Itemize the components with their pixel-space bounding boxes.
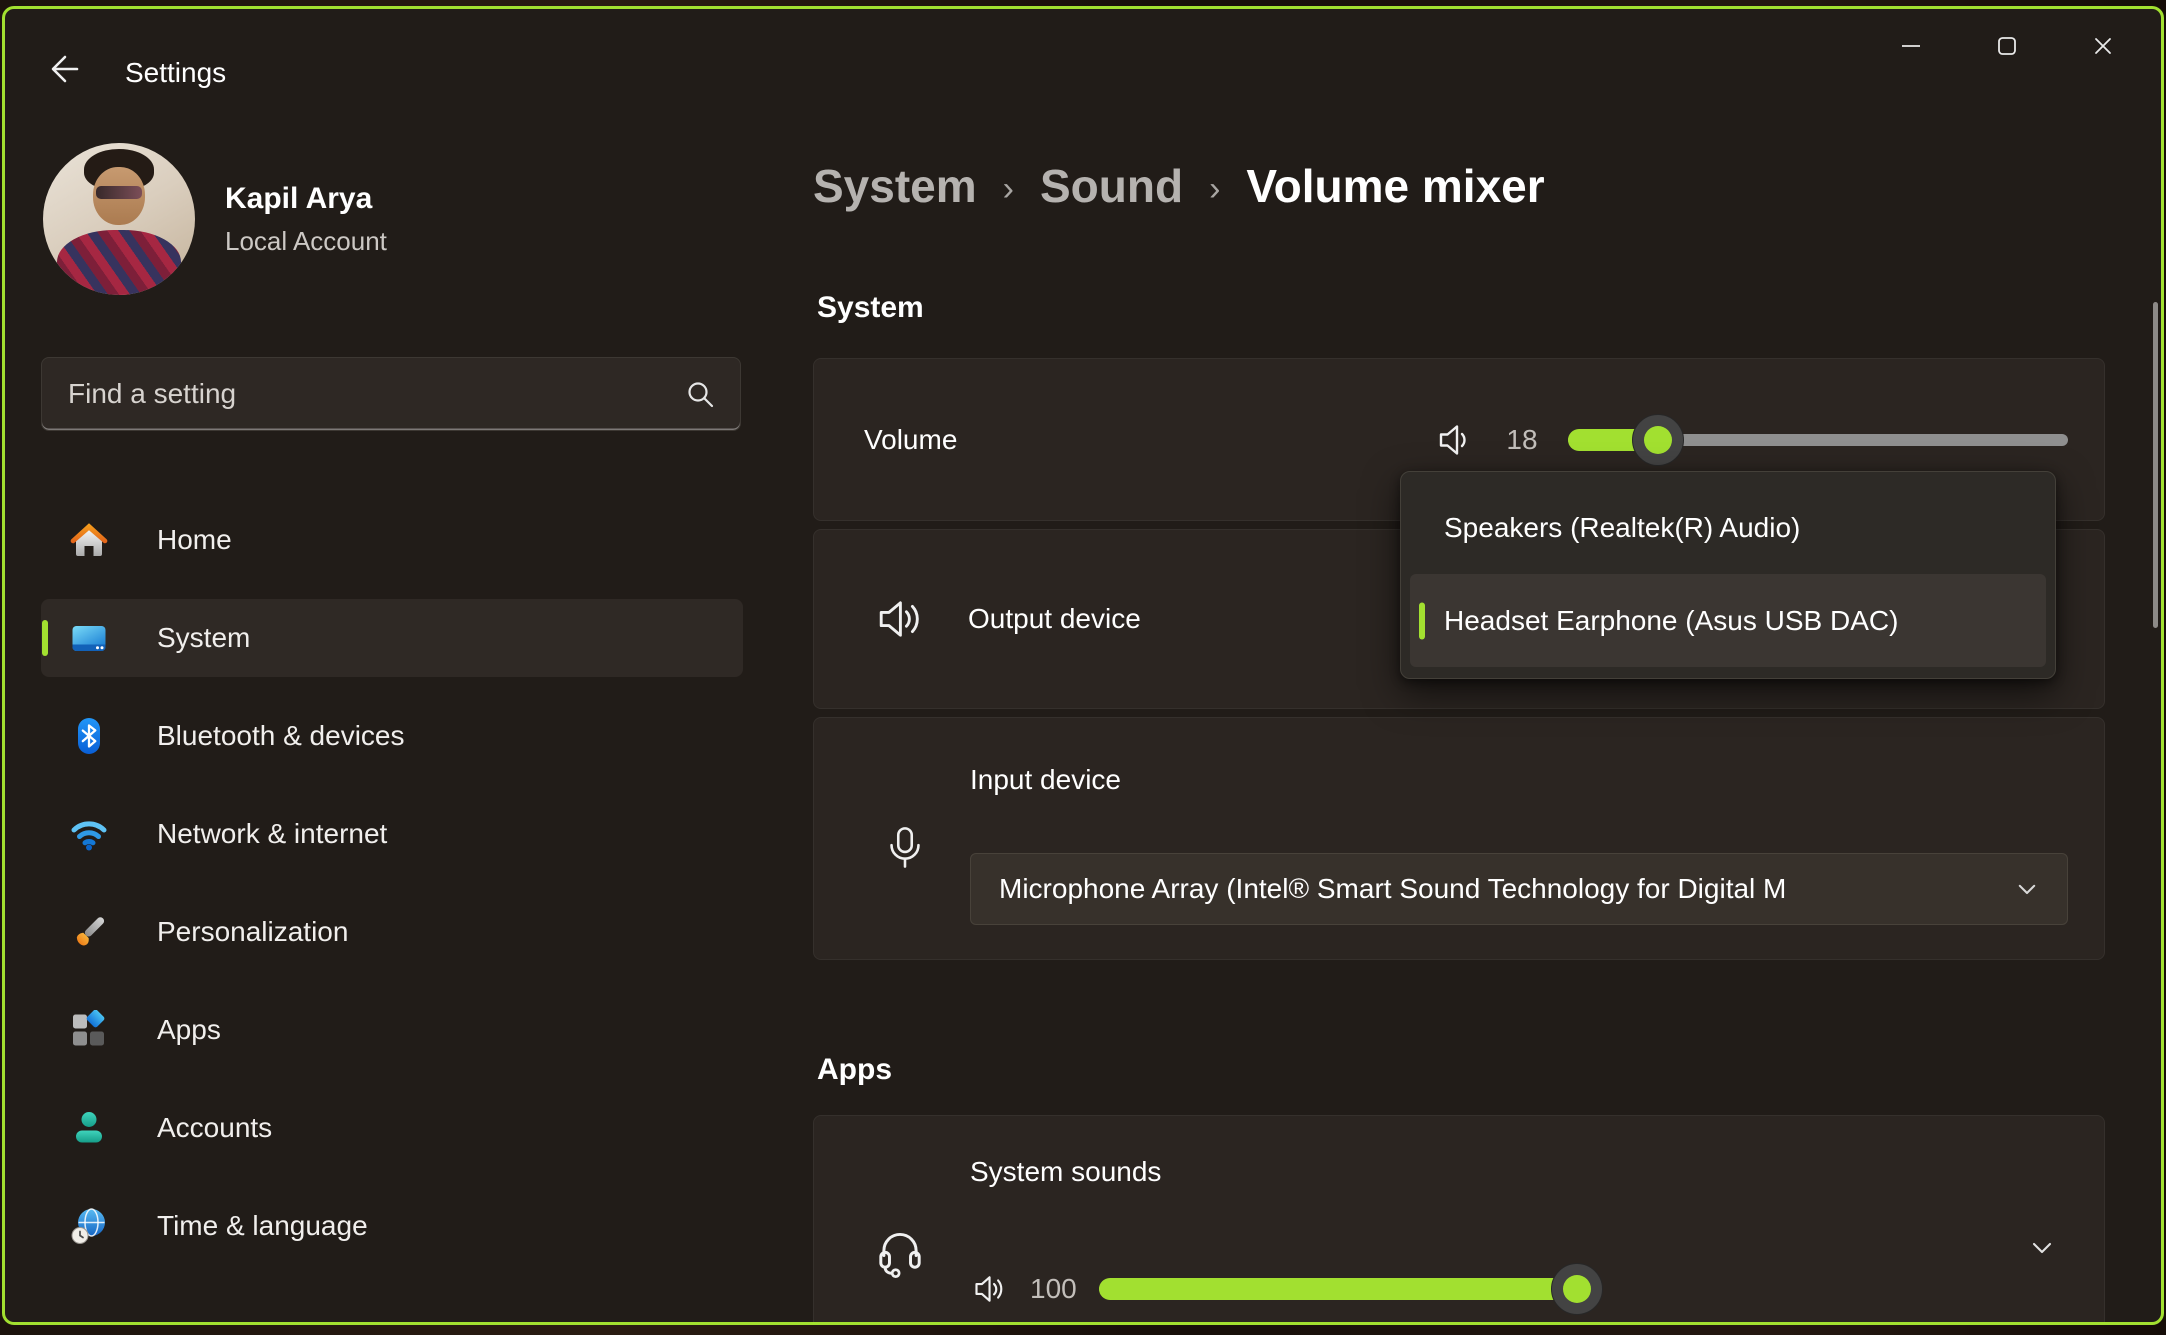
output-device-flyout: Speakers (Realtek(R) Audio) Headset Earp… [1400, 471, 2056, 679]
home-icon [69, 520, 109, 560]
profile-account-type: Local Account [225, 226, 387, 257]
flyout-option-speakers[interactable]: Speakers (Realtek(R) Audio) [1410, 481, 2046, 574]
personalization-icon [69, 912, 109, 952]
sidebar-item-personalization[interactable]: Personalization [41, 893, 743, 971]
sidebar-item-label: Personalization [157, 916, 348, 948]
accounts-icon [69, 1108, 109, 1148]
sidebar-item-label: Network & internet [157, 818, 387, 850]
sidebar-item-label: Time & language [157, 1210, 368, 1242]
flyout-option-headset[interactable]: Headset Earphone (Asus USB DAC) [1410, 574, 2046, 667]
close-icon [2089, 32, 2117, 60]
chevron-down-icon [2011, 873, 2043, 905]
chevron-right-icon: › [1209, 164, 1220, 209]
sidebar-item-time-language[interactable]: Time & language [41, 1187, 743, 1265]
speaker-icon[interactable] [1436, 420, 1476, 460]
breadcrumb-sound[interactable]: Sound [1040, 159, 1183, 213]
sidebar-item-home[interactable]: Home [41, 501, 743, 579]
page-title: Volume mixer [1246, 159, 1544, 213]
chevron-right-icon: › [1003, 164, 1014, 209]
input-device-selected: Microphone Array (Intel® Smart Sound Tec… [999, 873, 2011, 905]
volume-value: 18 [1500, 424, 1544, 456]
input-device-dropdown[interactable]: Microphone Array (Intel® Smart Sound Tec… [970, 853, 2068, 925]
time-language-icon [69, 1206, 109, 1246]
sidebar-item-label: Bluetooth & devices [157, 720, 405, 752]
maximize-button[interactable] [1959, 17, 2055, 75]
speaker-waves-icon[interactable] [972, 1271, 1008, 1307]
sidebar-item-network-internet[interactable]: Network & internet [41, 795, 743, 873]
avatar [43, 143, 195, 295]
headset-icon [874, 1224, 926, 1282]
speaker-waves-icon [876, 595, 932, 643]
apps-icon [69, 1010, 109, 1050]
input-device-label: Input device [970, 764, 1121, 796]
sidebar-nav: Home System Bluetooth & devices [41, 501, 743, 1285]
system-sounds-slider[interactable] [1099, 1262, 1577, 1316]
maximize-icon [1993, 32, 2021, 60]
search-input[interactable] [68, 378, 682, 410]
minimize-button[interactable] [1863, 17, 1959, 75]
sidebar-item-label: Accounts [157, 1112, 272, 1144]
system-sounds-volume-value: 100 [1030, 1273, 1077, 1305]
slider-fill [1099, 1278, 1577, 1300]
sidebar-item-bluetooth-devices[interactable]: Bluetooth & devices [41, 697, 743, 775]
input-device-card: Input device Microphone Array (Intel® Sm… [813, 717, 2105, 960]
bluetooth-icon [69, 716, 109, 756]
search-icon [682, 376, 718, 412]
vertical-scrollbar[interactable] [2153, 302, 2158, 628]
flyout-option-label: Speakers (Realtek(R) Audio) [1444, 512, 1800, 544]
output-device-label: Output device [968, 603, 1141, 635]
sidebar-item-label: Apps [157, 1014, 221, 1046]
slider-thumb[interactable] [1632, 414, 1684, 466]
system-sounds-label: System sounds [970, 1156, 1161, 1188]
microphone-icon [882, 822, 928, 874]
sidebar-item-accounts[interactable]: Accounts [41, 1089, 743, 1167]
system-icon [69, 618, 109, 658]
settings-window: Settings Kapil Arya Local Account [2, 6, 2164, 1325]
avatar-shirt [57, 230, 182, 295]
window-controls [1863, 17, 2151, 75]
system-sounds-card: System sounds 100 [813, 1115, 2105, 1325]
profile-name: Kapil Arya [225, 182, 387, 216]
breadcrumb-system[interactable]: System [813, 159, 977, 213]
chevron-down-icon[interactable] [2026, 1232, 2058, 1264]
search-box[interactable] [41, 357, 741, 431]
back-button[interactable] [39, 45, 87, 93]
section-title-apps: Apps [817, 1053, 892, 1087]
volume-label: Volume [864, 424, 957, 456]
user-profile[interactable]: Kapil Arya Local Account [43, 143, 387, 295]
back-arrow-icon [43, 49, 83, 89]
sidebar-item-apps[interactable]: Apps [41, 991, 743, 1069]
app-title: Settings [125, 57, 226, 89]
breadcrumb: System › Sound › Volume mixer [813, 159, 1545, 213]
slider-thumb[interactable] [1551, 1263, 1603, 1315]
volume-slider[interactable] [1568, 413, 2068, 467]
network-icon [69, 814, 109, 854]
close-button[interactable] [2055, 17, 2151, 75]
avatar-sunglasses [96, 186, 142, 200]
sidebar-item-label: System [157, 622, 250, 654]
section-title-system: System [817, 291, 924, 325]
flyout-option-label: Headset Earphone (Asus USB DAC) [1444, 605, 1898, 637]
sidebar-item-label: Home [157, 524, 232, 556]
desktop: { "colors": { "accent": "#a2e030", "wind… [0, 0, 2166, 1335]
minimize-icon [1897, 32, 1925, 60]
sidebar-item-system[interactable]: System [41, 599, 743, 677]
